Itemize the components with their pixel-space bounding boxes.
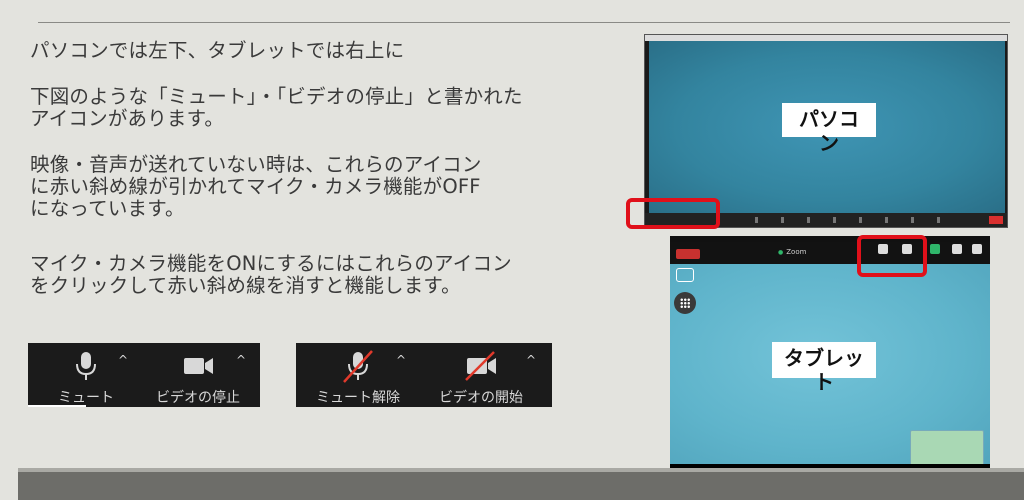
zoom-toolbar-on: ミュート ^ ビデオの停止 ^ (28, 343, 260, 407)
tablet-participants-icon (952, 244, 962, 254)
pc-end-button (989, 216, 1003, 224)
camera-switch-icon (676, 268, 694, 282)
mute-options-chevron-up-icon[interactable]: ^ (118, 353, 128, 367)
start-video-button[interactable]: ビデオの開始 (436, 343, 526, 407)
mute-label: ミュート (58, 390, 114, 406)
paragraph-off-line3: になっています。 (30, 197, 185, 220)
tablet-more-icon (972, 244, 982, 254)
paragraph-off-line1: 映像・音声が送れていない時は、これらのアイコン (30, 153, 482, 176)
tablet-end-button (676, 249, 700, 259)
mute-button[interactable]: ミュート (52, 343, 120, 407)
microphone-muted-icon (338, 349, 378, 385)
start-video-options-chevron-up-icon[interactable]: ^ (526, 353, 536, 367)
paragraph-icons-line2: アイコンがあります。 (30, 107, 225, 130)
tablet-callout-label: タブレット (772, 342, 876, 394)
pc-highlight-box (626, 198, 720, 229)
tablet-app-title: Zoom (778, 248, 806, 256)
pc-callout-label: パソコン (782, 103, 876, 155)
unmute-label: ミュート解除 (316, 390, 400, 406)
paragraph-icons-line1: 下図のような「ミュート」・「ビデオの停止」と書かれた (30, 85, 523, 108)
paragraph-location-text: パソコンでは左下、タブレットでは右上に (30, 39, 405, 62)
stop-video-button[interactable]: ビデオの停止 (152, 343, 244, 407)
paragraph-on-instructions: マイク・カメラ機能をONにするにはこれらのアイコン をクリックして赤い斜め線を消… (30, 253, 590, 297)
paragraph-location: パソコンでは左下、タブレットでは右上に (30, 40, 590, 62)
video-options-chevron-up-icon[interactable]: ^ (236, 353, 246, 367)
paragraph-off-state: 映像・音声が送れていない時は、これらのアイコン に赤い斜め線が引かれてマイク・カ… (30, 154, 590, 220)
grid-menu-icon (674, 292, 696, 314)
zoom-toolbar-off: ミュート解除 ^ ビデオの開始 ^ (296, 343, 552, 407)
paragraph-icons: 下図のような「ミュート」・「ビデオの停止」と書かれた アイコンがあります。 (30, 86, 590, 130)
tablet-highlight-box (857, 235, 927, 277)
unmute-options-chevron-up-icon[interactable]: ^ (396, 353, 406, 367)
pc-control-icons (755, 217, 955, 223)
tablet-share-icon (930, 244, 940, 254)
active-indicator (28, 405, 86, 407)
stop-video-label: ビデオの停止 (156, 390, 240, 406)
start-video-label: ビデオの開始 (439, 390, 523, 406)
microphone-icon (66, 349, 106, 385)
video-camera-icon (178, 349, 218, 385)
paragraph-on-line2: をクリックして赤い斜め線を消すと機能します。 (30, 274, 461, 297)
video-camera-off-icon (461, 349, 501, 385)
top-divider (38, 22, 1010, 23)
unmute-button[interactable]: ミュート解除 (310, 343, 406, 407)
paragraph-off-line2: に赤い斜め線が引かれてマイク・カメラ機能がOFF (30, 175, 481, 198)
paragraph-on-line1: マイク・カメラ機能をONにするにはこれらのアイコン (30, 252, 512, 275)
footer-bar (18, 472, 1024, 500)
